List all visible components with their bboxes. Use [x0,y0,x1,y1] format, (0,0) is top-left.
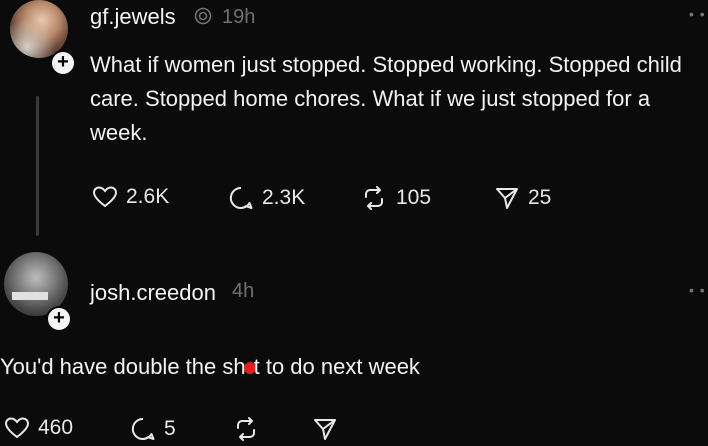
reply-timestamp: 4h [232,280,255,302]
more-dots-icon[interactable]: • • [689,6,706,22]
reply-username[interactable]: josh.creedon [90,280,216,306]
reply-text-start: You'd have double the sh [0,354,246,379]
repost-button[interactable]: 105 [360,185,431,211]
comment-icon [229,186,253,209]
verified-icon [194,7,212,25]
send-icon [314,419,336,440]
repost-count: 105 [396,186,432,209]
heart-icon [4,417,30,439]
repost-icon [237,417,255,441]
like-button[interactable]: 2.6K [92,185,169,209]
post-timestamp: 19h [222,6,256,28]
like-count: 2.6K [126,185,170,208]
repost-icon [365,186,383,210]
share-button[interactable] [312,416,338,442]
follow-plus-icon[interactable]: + [50,50,76,76]
comment-button[interactable]: 5 [130,416,176,442]
more-dots-icon[interactable]: • • [689,282,706,298]
share-count: 25 [528,186,552,209]
post-username[interactable]: gf.jewels [90,4,176,30]
comment-icon [131,417,155,440]
reply-text: You'd have double the sh t to do next wee… [0,354,420,380]
share-button[interactable]: 25 [494,185,551,211]
like-count: 460 [38,416,74,439]
comment-count: 5 [164,417,176,440]
comment-count: 2.3K [262,186,306,209]
repost-button[interactable] [232,416,260,442]
like-button[interactable]: 460 [4,416,73,440]
post-text: What if women just stopped. Stopped work… [90,52,682,145]
follow-plus-icon[interactable]: + [46,306,72,332]
comment-button[interactable]: 2.3K [228,185,305,211]
heart-icon [92,186,118,208]
thread-line [36,96,39,236]
send-icon [496,188,518,209]
reply-text-end: t to do next week [253,354,420,379]
